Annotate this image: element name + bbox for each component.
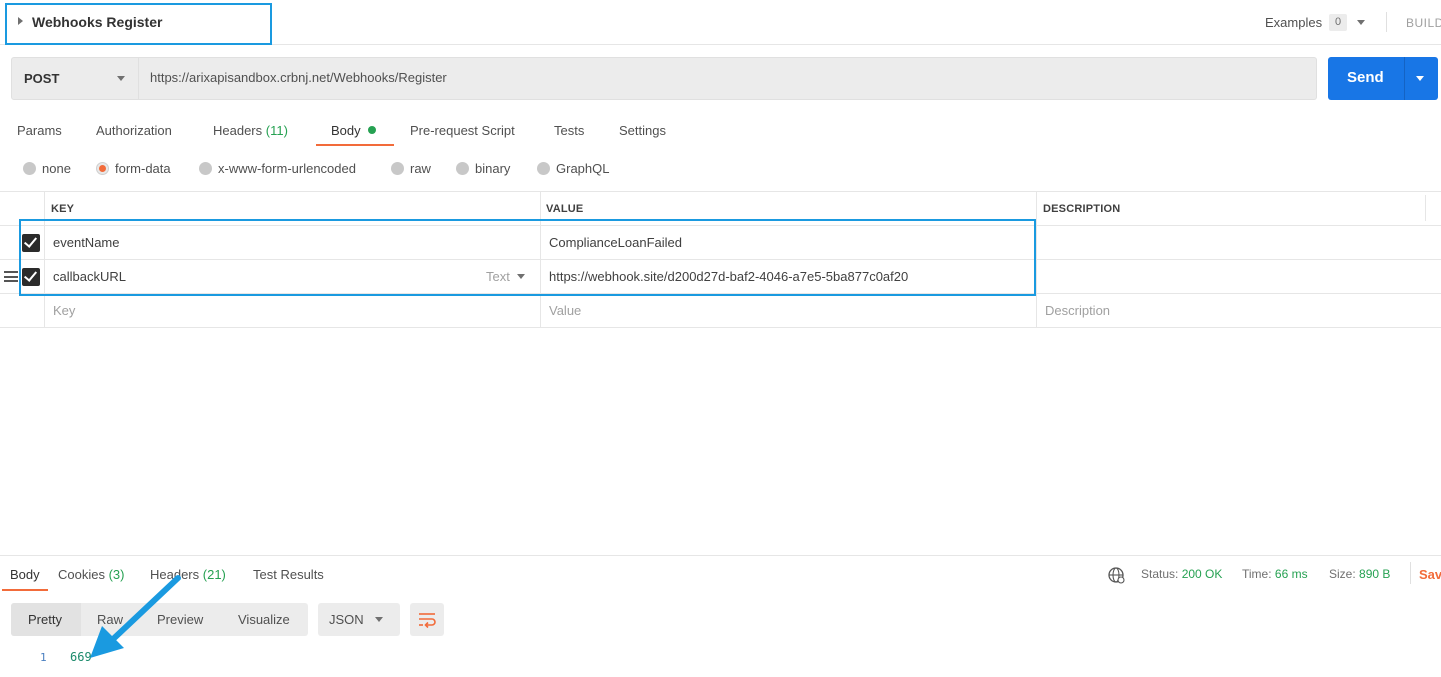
divider	[1386, 12, 1387, 32]
response-divider	[0, 555, 1441, 556]
column-header-key: KEY	[51, 203, 75, 215]
radio-x-www-form-urlencoded-label[interactable]: x-www-form-urlencoded	[218, 161, 356, 176]
tab-headers-count: (11)	[265, 123, 288, 138]
description-input[interactable]: Description	[1045, 303, 1110, 318]
tab-params[interactable]: Params	[17, 123, 62, 138]
visualize-button[interactable]: Visualize	[238, 612, 290, 627]
size-readout: Size: 890 B	[1329, 567, 1390, 581]
build-button[interactable]: BUILD	[1406, 16, 1441, 30]
table-row-border	[0, 327, 1441, 328]
table-top-border	[0, 191, 1441, 192]
column-divider	[1425, 195, 1426, 221]
body-active-dot-icon	[368, 126, 376, 134]
send-divider	[1404, 57, 1405, 100]
radio-none-label[interactable]: none	[42, 161, 71, 176]
radio-none[interactable]	[23, 162, 36, 175]
rows-highlight-box	[19, 219, 1036, 296]
column-header-value: VALUE	[546, 203, 584, 215]
radio-binary-label[interactable]: binary	[475, 161, 510, 176]
status-value: 200 OK	[1181, 567, 1223, 581]
status-label: Status:	[1141, 567, 1179, 581]
annotation-arrow-icon	[90, 575, 181, 658]
chevron-down-icon[interactable]	[1357, 20, 1365, 25]
key-input[interactable]: Key	[53, 303, 75, 318]
radio-graphql[interactable]	[537, 162, 550, 175]
tab-settings[interactable]: Settings	[619, 123, 666, 138]
size-value: 890 B	[1359, 567, 1391, 581]
response-tab-test-results[interactable]: Test Results	[253, 567, 324, 582]
tab-pre-request-script[interactable]: Pre-request Script	[410, 123, 515, 138]
expand-caret-icon[interactable]	[18, 17, 23, 25]
examples-count-badge: 0	[1329, 14, 1347, 31]
active-tab-underline	[316, 144, 394, 146]
response-tab-body[interactable]: Body	[10, 567, 40, 582]
radio-form-data-label[interactable]: form-data	[115, 161, 171, 176]
send-label: Send	[1347, 69, 1384, 86]
time-label: Time:	[1242, 567, 1272, 581]
drag-handle-icon[interactable]	[4, 271, 18, 282]
time-readout: Time: 66 ms	[1242, 567, 1308, 581]
chevron-down-icon	[117, 76, 125, 81]
value-input[interactable]: Value	[549, 303, 581, 318]
divider	[1410, 562, 1411, 584]
column-divider	[1036, 191, 1037, 328]
radio-binary[interactable]	[456, 162, 469, 175]
column-header-description: DESCRIPTION	[1043, 203, 1121, 215]
radio-raw-label[interactable]: raw	[410, 161, 431, 176]
size-label: Size:	[1329, 567, 1356, 581]
request-name[interactable]: Webhooks Register	[32, 14, 162, 30]
tab-body[interactable]: Body	[331, 123, 361, 138]
tab-headers-label: Headers	[213, 123, 263, 138]
method-value: POST	[24, 71, 60, 86]
tab-authorization[interactable]: Authorization	[96, 123, 172, 138]
time-value: 66 ms	[1274, 567, 1308, 581]
radio-graphql-label[interactable]: GraphQL	[556, 161, 609, 176]
chevron-down-icon	[375, 617, 383, 622]
wrap-lines-icon	[419, 613, 436, 629]
pretty-label[interactable]: Pretty	[28, 612, 62, 627]
examples-button[interactable]: Examples	[1265, 15, 1322, 30]
url-value: https://arixapisandbox.crbnj.net/Webhook…	[150, 70, 447, 85]
line-number: 1	[40, 651, 47, 664]
tab-headers[interactable]: Headers (11)	[213, 123, 288, 138]
send-options-chevron-icon[interactable]	[1416, 76, 1424, 81]
format-type-value: JSON	[329, 612, 364, 627]
radio-raw[interactable]	[391, 162, 404, 175]
tab-tests[interactable]: Tests	[554, 123, 584, 138]
headers-count: (21)	[202, 567, 226, 582]
globe-icon[interactable]	[1107, 566, 1125, 584]
active-tab-underline	[2, 589, 48, 591]
save-response-button[interactable]: Sav	[1419, 567, 1441, 582]
status-readout: Status: 200 OK	[1141, 567, 1222, 581]
radio-x-www-form-urlencoded[interactable]	[199, 162, 212, 175]
radio-form-data[interactable]	[96, 162, 109, 175]
